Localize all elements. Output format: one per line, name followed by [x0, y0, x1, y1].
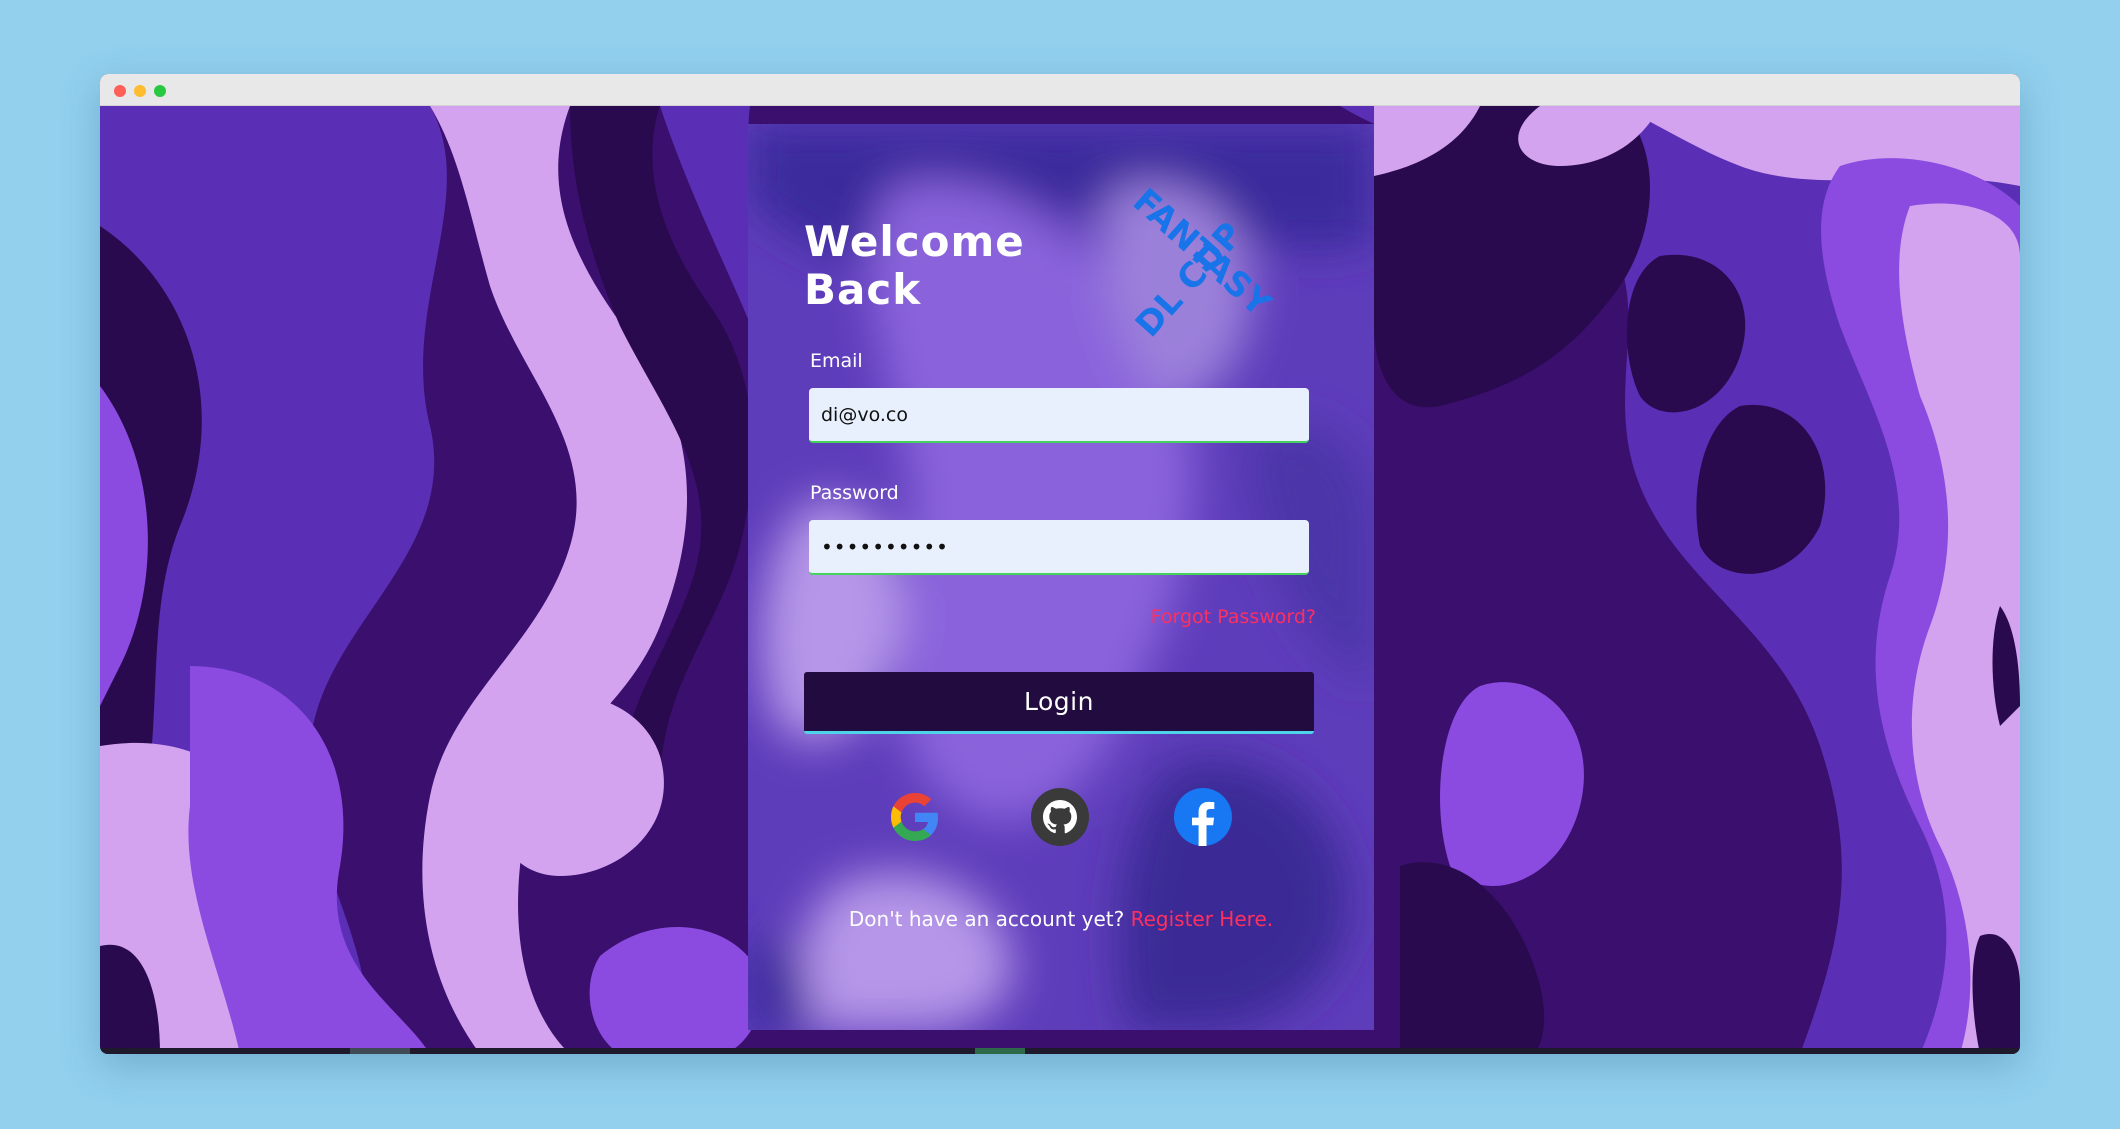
email-field[interactable] [809, 388, 1309, 443]
bottom-scroll-strip [100, 1048, 2020, 1054]
page-title: Welcome Back [804, 218, 1025, 314]
scroll-segment [975, 1048, 1025, 1054]
browser-window: Welcome Back FANTASY DL CUP Email Passwo… [100, 74, 2020, 1054]
login-form: Welcome Back FANTASY DL CUP Email Passwo… [748, 124, 1374, 1030]
facebook-icon [1174, 788, 1232, 846]
maximize-window-button[interactable] [154, 85, 166, 97]
title-line-2: Back [804, 265, 922, 314]
page-viewport: Welcome Back FANTASY DL CUP Email Passwo… [100, 106, 2020, 1054]
forgot-password-link[interactable]: Forgot Password? [1151, 606, 1316, 628]
minimize-window-button[interactable] [134, 85, 146, 97]
github-login-button[interactable] [1031, 788, 1089, 846]
login-button[interactable]: Login [804, 672, 1314, 734]
scroll-segment [350, 1048, 410, 1054]
password-label: Password [810, 482, 899, 504]
email-label: Email [810, 350, 863, 372]
title-line-1: Welcome [804, 217, 1025, 266]
register-row: Don't have an account yet? Register Here… [748, 907, 1374, 931]
facebook-login-button[interactable] [1174, 788, 1232, 846]
register-prompt: Don't have an account yet? [848, 907, 1125, 931]
google-login-button[interactable] [886, 788, 944, 846]
close-window-button[interactable] [114, 85, 126, 97]
window-titlebar [100, 74, 2020, 106]
password-field[interactable] [809, 520, 1309, 575]
register-link[interactable]: Register Here. [1131, 907, 1274, 931]
login-card: Welcome Back FANTASY DL CUP Email Passwo… [748, 124, 1374, 1030]
google-icon [891, 793, 938, 841]
fantasy-dl-cup-logo: FANTASY DL CUP [1125, 181, 1278, 345]
github-icon [1031, 788, 1089, 846]
